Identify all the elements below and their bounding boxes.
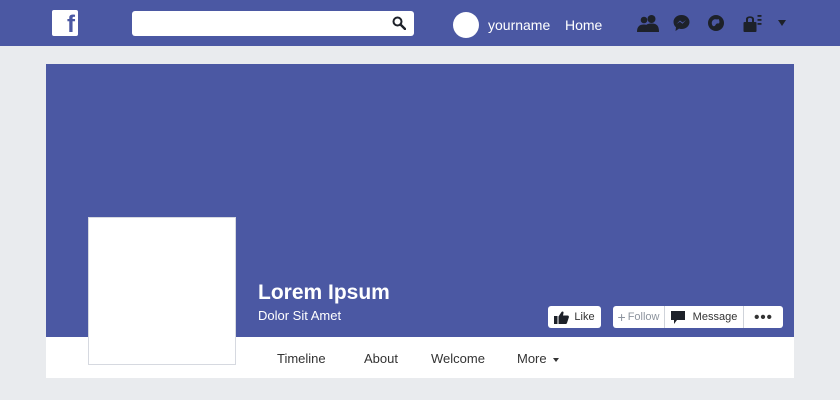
friends-icon[interactable] bbox=[637, 14, 659, 32]
tab-more[interactable]: More bbox=[517, 351, 559, 366]
tab-more-label: More bbox=[517, 351, 547, 366]
search-icon[interactable] bbox=[392, 16, 406, 30]
profile-name: Lorem Ipsum bbox=[258, 281, 390, 304]
like-button[interactable]: Like bbox=[548, 306, 601, 328]
user-avatar[interactable] bbox=[453, 12, 479, 38]
message-button-label: Message bbox=[692, 311, 738, 323]
tab-about[interactable]: About bbox=[364, 351, 398, 366]
tab-timeline[interactable]: Timeline bbox=[277, 351, 326, 366]
search-input[interactable] bbox=[132, 11, 414, 36]
message-button[interactable]: Message bbox=[665, 306, 744, 328]
username-link[interactable]: yourname bbox=[488, 17, 550, 33]
profile-card: Lorem Ipsum Dolor Sit Amet Like + Follow… bbox=[46, 64, 794, 378]
plus-icon: + bbox=[617, 309, 626, 325]
messages-icon[interactable] bbox=[673, 14, 690, 32]
chevron-down-icon[interactable] bbox=[778, 20, 786, 26]
profile-subtitle: Dolor Sit Amet bbox=[258, 308, 342, 323]
privacy-icon[interactable] bbox=[742, 14, 762, 32]
more-options-button[interactable]: ••• bbox=[744, 306, 783, 328]
tab-welcome[interactable]: Welcome bbox=[431, 351, 485, 366]
facebook-logo-letter: f bbox=[67, 11, 75, 36]
follow-button-label: Follow bbox=[627, 311, 660, 323]
top-navigation-bar: f yourname Home bbox=[0, 0, 840, 46]
facebook-logo[interactable]: f bbox=[52, 10, 78, 36]
home-link[interactable]: Home bbox=[565, 17, 602, 33]
profile-tabs: Timeline About Welcome More bbox=[46, 337, 794, 378]
caret-down-icon bbox=[552, 357, 559, 362]
profile-actions-group: + Follow Message ••• bbox=[613, 306, 783, 328]
message-icon bbox=[670, 310, 685, 324]
notifications-icon[interactable] bbox=[707, 14, 725, 32]
thumbs-up-icon bbox=[554, 311, 570, 324]
like-button-label: Like bbox=[574, 311, 595, 323]
follow-button[interactable]: + Follow bbox=[613, 306, 665, 328]
